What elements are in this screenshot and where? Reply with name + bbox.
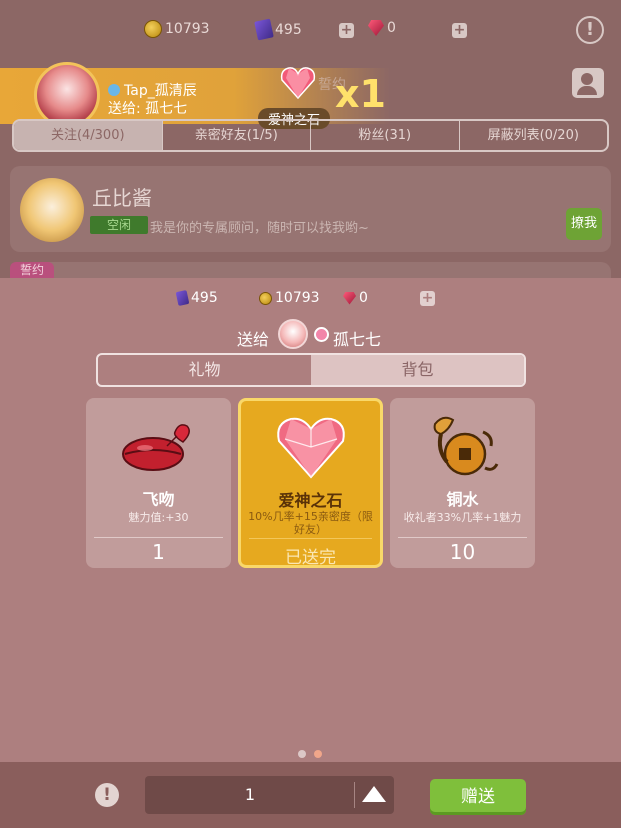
gift-sold-out: 已送完: [285, 548, 336, 568]
panel-book-counter: 495: [175, 290, 218, 306]
gift-panel-tabs: 礼物 背包: [96, 353, 526, 387]
male-icon: [108, 84, 120, 96]
notice-icon[interactable]: !: [576, 16, 604, 44]
book-counter: 495: [254, 18, 302, 41]
gem-icon: [343, 291, 356, 305]
send-gift-button[interactable]: 赠送: [430, 779, 526, 815]
coin-icon: [259, 291, 272, 305]
gift-description: 魅力值:+30: [128, 511, 189, 524]
gift-description: 收礼者33%几率+1魅力: [403, 511, 522, 524]
book-icon: [254, 18, 274, 41]
pledge-card: [10, 262, 611, 278]
banner-multiplier: x1: [335, 72, 386, 116]
gift-card-copper[interactable]: 铜水 收礼者33%几率+1魅力 10: [390, 398, 535, 568]
tab-blocked[interactable]: 屏蔽列表(0/20): [460, 121, 608, 150]
gift-count: 1: [152, 540, 165, 564]
friend-list-tabs: 关注(4/300) 亲密好友(1/5) 粉丝(31) 屏蔽列表(0/20): [12, 119, 609, 152]
pledge-tag: 誓约: [10, 262, 55, 278]
divider: [398, 537, 527, 538]
tab-backpack[interactable]: 背包: [311, 355, 524, 385]
page-indicator-dot: [298, 750, 306, 758]
status-badge: 空闲: [90, 216, 148, 234]
friend-name: 丘比酱: [92, 186, 152, 210]
divider: [249, 538, 372, 539]
tab-fans[interactable]: 粉丝(31): [311, 121, 460, 150]
friend-avatar: [20, 178, 84, 242]
gift-name: 飞吻: [142, 490, 175, 509]
divider: [354, 782, 355, 808]
page-indicator-dot-active: [314, 750, 322, 758]
add-friend-icon[interactable]: [572, 68, 604, 98]
gift-name: 铜水: [446, 490, 479, 509]
sender-name: Tap_孤清辰: [108, 80, 197, 100]
divider: [94, 537, 223, 538]
add-book-button[interactable]: +: [339, 23, 354, 38]
panel-coin-counter: 10793: [259, 290, 320, 306]
book-icon: [175, 290, 190, 306]
banner-recipient: 送给: 孤七七: [108, 101, 188, 117]
gift-card-kiss[interactable]: 飞吻 魅力值:+30 1: [86, 398, 231, 568]
coin-counter: 10793: [144, 20, 210, 38]
female-icon: [314, 327, 329, 342]
panel-add-gem-button[interactable]: +: [420, 291, 435, 306]
info-icon[interactable]: !: [95, 783, 119, 807]
copper-dragon-icon: [433, 416, 498, 476]
coin-icon: [144, 20, 162, 38]
gem-counter: 0: [368, 20, 396, 36]
recipient-avatar: [278, 319, 308, 349]
gift-card-love-stone[interactable]: 爱神之石 10%几率+15亲密度（限好友） 已送完: [238, 398, 383, 568]
kiss-icon: [121, 424, 190, 471]
send-to-label: 送给: [237, 330, 270, 349]
tease-button[interactable]: 撩我: [566, 208, 602, 240]
gift-description: 10%几率+15亲密度（限好友）: [248, 510, 373, 536]
heart-gem-icon: [276, 417, 345, 479]
panel-gem-counter: 0: [343, 290, 368, 306]
add-gem-button[interactable]: +: [452, 23, 467, 38]
gem-icon: [368, 20, 384, 36]
heart-gem-icon: [280, 67, 316, 100]
tab-following[interactable]: 关注(4/300): [14, 121, 163, 150]
tab-close-friends[interactable]: 亲密好友(1/5): [163, 121, 311, 150]
gift-count: 10: [449, 540, 476, 564]
quantity-input[interactable]: 1: [145, 776, 355, 814]
recipient-name: 孤七七: [333, 330, 382, 349]
quantity-up-icon[interactable]: [362, 786, 386, 802]
tab-gifts[interactable]: 礼物: [98, 355, 311, 385]
gift-name: 爱神之石: [278, 491, 343, 510]
friend-description: 我是你的专属顾问，随时可以找我哟~: [150, 221, 369, 236]
